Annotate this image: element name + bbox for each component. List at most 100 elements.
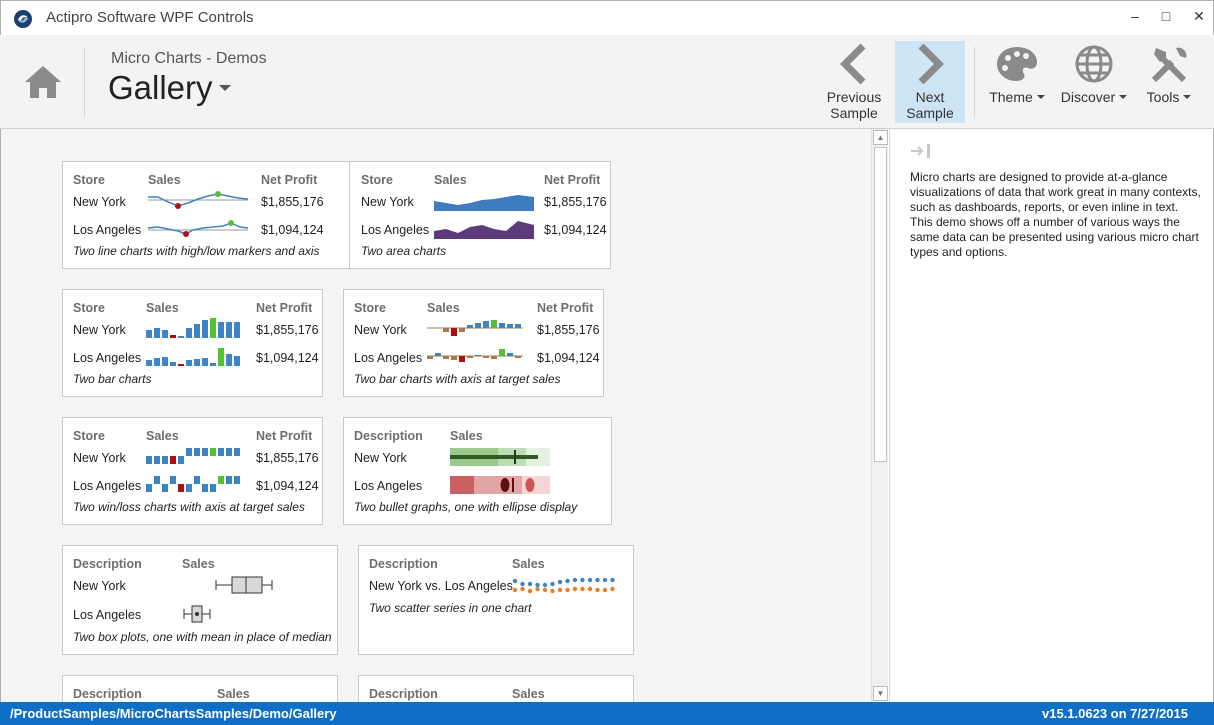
col-header-sales: Sales [146, 429, 179, 443]
bar-chart-los-angeles [146, 348, 240, 366]
next-sample-button[interactable]: Next Sample [895, 41, 965, 123]
bullet-graph-los-angeles [450, 476, 550, 494]
col-header-sales: Sales [427, 301, 460, 315]
col-header-net-profit: Net Profit [261, 173, 318, 187]
status-version: v15.1.0623 on 7/27/2015 [1041, 706, 1188, 721]
card-caption: Two line charts with high/low markers an… [73, 244, 320, 258]
gallery-content: Store Sales Net Profit New York Los Ange… [0, 129, 871, 702]
scatter-point-blue [550, 581, 555, 587]
previous-sample-button[interactable]: Previous Sample [822, 41, 886, 123]
theme-label: Theme [989, 89, 1033, 105]
net-profit-new-york: $1,855,176 [544, 195, 607, 209]
net-profit-new-york: $1,855,176 [261, 195, 324, 209]
col-header-sales: Sales [434, 173, 467, 187]
col-header-sales: Sales [217, 687, 250, 701]
box-plot-new-york [215, 576, 273, 594]
tools-button[interactable]: Tools [1140, 41, 1198, 123]
row-label-los-angeles: Los Angeles [73, 479, 142, 493]
area-chart-new-york [434, 195, 534, 211]
card-caption: Two scatter series in one chart [369, 601, 532, 615]
next-label-1: Next [915, 89, 945, 105]
scatter-point-blue [557, 579, 563, 585]
net-profit-los-angeles: $1,094,124 [544, 223, 607, 237]
col-header-sales: Sales [182, 557, 215, 571]
scroll-up-arrow-icon[interactable]: ▲ [873, 130, 888, 145]
card-caption: Two bar charts with axis at target sales [354, 372, 561, 386]
gallery-dropdown[interactable]: Gallery [108, 69, 231, 107]
panel-description: Micro charts are designed to provide at-… [910, 170, 1201, 259]
scatter-point-blue [535, 582, 540, 588]
card-caption: Two box plots, one with mean in place of… [73, 630, 332, 644]
maximize-button[interactable]: □ [1151, 5, 1181, 27]
tools-icon [1151, 47, 1187, 83]
win-loss-chart-new-york [146, 448, 240, 464]
card-bar-charts-axis: Store Sales Net Profit New York Los Ange… [343, 289, 604, 397]
col-header-store: Store [73, 301, 105, 315]
col-header-sales: Sales [512, 687, 545, 701]
net-profit-los-angeles: $1,094,124 [256, 479, 319, 493]
scatter-point-orange [610, 586, 615, 592]
minimize-button[interactable]: ‒ [1120, 5, 1150, 27]
scroll-down-arrow-icon[interactable]: ▼ [873, 686, 888, 701]
axis-bar-chart-new-york [427, 320, 523, 336]
row-label-new-york: New York [73, 195, 126, 209]
window-title: Actipro Software WPF Controls [46, 9, 254, 26]
row-label-ny-vs-la: New York vs. Los Angeles [369, 579, 513, 593]
card-partial-left: Description Sales [62, 675, 338, 702]
scatter-point-orange [542, 587, 548, 593]
scatter-point-orange [535, 586, 540, 592]
vertical-scrollbar[interactable]: ▲ ▼ [871, 129, 888, 702]
line-chart-los-angeles [147, 220, 249, 237]
scatter-point-orange [557, 587, 563, 593]
previous-label-1: Previous [826, 89, 882, 105]
row-label-new-york: New York [354, 451, 407, 465]
page-title: Gallery [108, 69, 213, 106]
col-header-sales: Sales [450, 429, 483, 443]
card-box-plots: Description Sales New York Los Angeles T… [62, 545, 338, 655]
scatter-point-orange [520, 586, 525, 592]
axis-bar-chart-los-angeles [427, 349, 523, 362]
col-header-description: Description [73, 557, 142, 571]
net-profit-los-angeles: $1,094,124 [537, 351, 600, 365]
discover-button[interactable]: Discover [1058, 41, 1130, 123]
scatter-point-orange [602, 587, 608, 593]
bullet-graph-new-york [450, 448, 550, 466]
chevron-down-icon [1183, 95, 1192, 99]
home-button[interactable] [18, 57, 68, 107]
card-bar-charts: Store Sales Net Profit New York Los Ange… [62, 289, 323, 397]
col-header-sales: Sales [148, 173, 181, 187]
header: Micro Charts - Demos Gallery Previous Sa… [0, 35, 1214, 129]
scatter-point-blue [512, 578, 518, 584]
chevron-down-icon [218, 85, 231, 91]
scatter-point-orange [587, 586, 593, 592]
home-icon [25, 66, 61, 98]
scatter-point-blue [587, 577, 593, 583]
col-header-net-profit: Net Profit [544, 173, 601, 187]
collapse-panel-icon[interactable] [910, 143, 932, 159]
close-button[interactable]: ✕ [1184, 5, 1214, 27]
tools-label: Tools [1146, 89, 1180, 105]
scatter-chart [512, 577, 615, 594]
card-caption: Two win/loss charts with axis at target … [73, 500, 305, 514]
scatter-point-orange [512, 587, 518, 593]
row-label-new-york: New York [361, 195, 414, 209]
previous-label-2: Sample [830, 105, 878, 121]
scatter-point-orange [572, 586, 578, 592]
header-separator [84, 47, 85, 117]
line-chart-new-york [148, 191, 249, 209]
theme-button[interactable]: Theme [984, 41, 1050, 123]
chevron-right-icon [918, 44, 944, 84]
status-path: /ProductSamples/MicroChartsSamples/Demo/… [10, 706, 337, 721]
row-label-new-york: New York [354, 323, 407, 337]
scatter-point-blue [527, 581, 533, 587]
page-subtitle: Micro Charts - Demos [111, 50, 267, 67]
row-label-los-angeles: Los Angeles [354, 479, 423, 493]
scrollbar-thumb[interactable] [874, 147, 887, 462]
col-header-net-profit: Net Profit [256, 301, 313, 315]
card-partial-right: Description Sales [358, 675, 634, 702]
row-label-los-angeles: Los Angeles [354, 351, 423, 365]
palette-icon [997, 47, 1037, 81]
col-header-sales: Sales [146, 301, 179, 315]
card-caption: Two area charts [361, 244, 447, 258]
window-title-bar: Actipro Software WPF Controls ‒ □ ✕ [0, 0, 1214, 35]
